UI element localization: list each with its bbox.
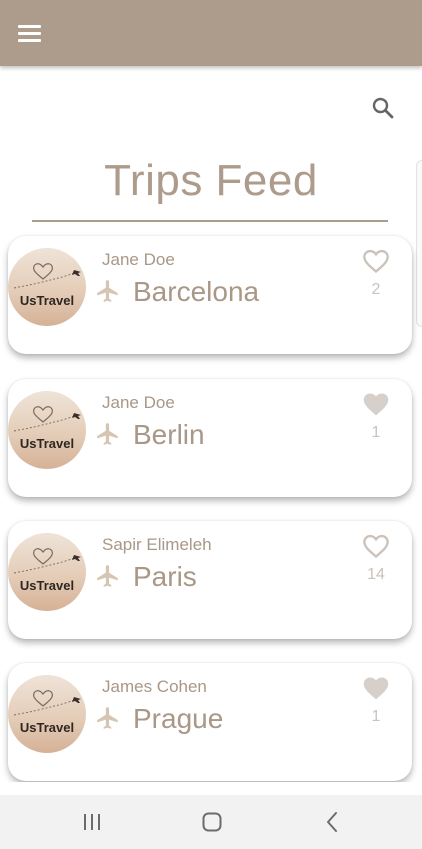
ustravel-logo: UsTravel [8, 391, 86, 469]
like-count: 14 [367, 566, 385, 583]
airplane-icon [95, 421, 121, 447]
back-icon[interactable] [322, 811, 342, 833]
home-icon[interactable] [201, 811, 223, 833]
svg-text:UsTravel: UsTravel [20, 720, 74, 735]
airplane-icon [95, 278, 121, 304]
trip-card[interactable]: UsTravel James Cohen Prague 1 [8, 663, 412, 781]
trip-city: Barcelona [133, 276, 260, 307]
trip-card[interactable]: UsTravel Jane Doe Berlin 1 [8, 379, 412, 497]
trip-author: Sapir Elimeleh [102, 535, 212, 554]
search-icon[interactable] [371, 96, 395, 120]
heart-outline-icon[interactable] [362, 533, 390, 559]
ustravel-logo: UsTravel [8, 248, 86, 326]
ustravel-logo: UsTravel [8, 533, 86, 611]
airplane-icon [95, 705, 121, 731]
like-count: 1 [371, 424, 381, 441]
recents-icon[interactable] [82, 812, 102, 832]
trip-card[interactable]: UsTravel Sapir Elimeleh Paris 14 [8, 521, 412, 639]
heart-outline-icon[interactable] [362, 248, 390, 274]
trips-feed[interactable]: UsTravel Jane Doe Barcelona 2 UsTravel J… [0, 232, 422, 782]
svg-text:UsTravel: UsTravel [20, 578, 74, 593]
ustravel-logo: UsTravel [8, 675, 86, 753]
trip-city: Berlin [133, 419, 205, 450]
trip-city: Paris [133, 561, 197, 592]
like-count: 2 [371, 281, 381, 298]
trip-author: Jane Doe [102, 250, 175, 269]
page-title: Trips Feed [104, 156, 318, 205]
hamburger-menu-icon[interactable] [18, 25, 42, 43]
trip-card[interactable]: UsTravel Jane Doe Barcelona 2 [8, 236, 412, 354]
trip-city: Prague [133, 703, 224, 734]
svg-text:UsTravel: UsTravel [20, 436, 74, 451]
trip-author: Jane Doe [102, 393, 175, 412]
title-divider [32, 220, 388, 222]
svg-text:UsTravel: UsTravel [20, 293, 74, 308]
heart-filled-icon[interactable] [362, 391, 390, 417]
heart-filled-icon[interactable] [362, 675, 390, 701]
app-bar [0, 0, 422, 66]
trip-author: James Cohen [102, 677, 207, 696]
system-nav-bar [0, 795, 422, 849]
airplane-icon [95, 563, 121, 589]
like-count: 1 [371, 708, 381, 725]
